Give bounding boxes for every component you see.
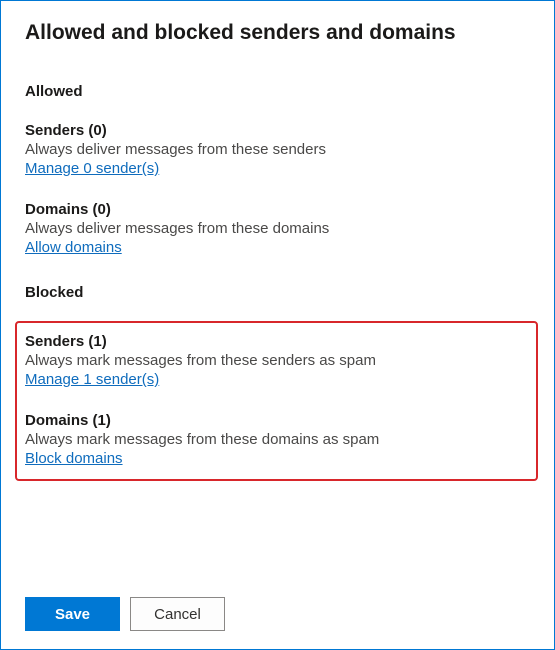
allowed-section: Allowed Senders (0) Always deliver messa… (25, 83, 530, 256)
blocked-highlight-box: Senders (1) Always mark messages from th… (15, 321, 538, 481)
blocked-domains-description: Always mark messages from these domains … (25, 431, 528, 448)
blocked-domains-group: Domains (1) Always mark messages from th… (25, 412, 528, 467)
settings-panel: Allowed and blocked senders and domains … (0, 0, 555, 650)
blocked-senders-group: Senders (1) Always mark messages from th… (25, 333, 528, 388)
button-row: Save Cancel (25, 597, 225, 631)
allowed-domains-group: Domains (0) Always deliver messages from… (25, 201, 530, 256)
allowed-heading: Allowed (25, 83, 530, 100)
allowed-domains-title: Domains (0) (25, 201, 530, 218)
blocked-heading: Blocked (25, 284, 530, 301)
allow-domains-link[interactable]: Allow domains (25, 239, 122, 256)
allowed-senders-group: Senders (0) Always deliver messages from… (25, 122, 530, 177)
manage-allowed-senders-link[interactable]: Manage 0 sender(s) (25, 160, 159, 177)
panel-title: Allowed and blocked senders and domains (25, 21, 530, 45)
manage-blocked-senders-link[interactable]: Manage 1 sender(s) (25, 371, 159, 388)
block-domains-link[interactable]: Block domains (25, 450, 123, 467)
save-button[interactable]: Save (25, 597, 120, 631)
blocked-domains-title: Domains (1) (25, 412, 528, 429)
allowed-senders-title: Senders (0) (25, 122, 530, 139)
cancel-button[interactable]: Cancel (130, 597, 225, 631)
blocked-senders-description: Always mark messages from these senders … (25, 352, 528, 369)
blocked-senders-title: Senders (1) (25, 333, 528, 350)
allowed-senders-description: Always deliver messages from these sende… (25, 141, 530, 158)
allowed-domains-description: Always deliver messages from these domai… (25, 220, 530, 237)
blocked-section: Blocked Senders (1) Always mark messages… (25, 284, 530, 481)
